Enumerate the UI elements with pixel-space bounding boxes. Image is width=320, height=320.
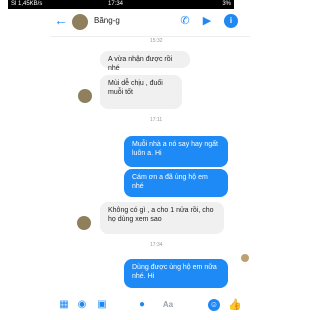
composer-bar: ▦ ◉ ▣ ● Aa ☺ 👍 bbox=[58, 296, 260, 316]
status-time: 17:34 bbox=[108, 1, 124, 7]
status-battery: 3% bbox=[222, 1, 231, 7]
avatar bbox=[77, 216, 91, 230]
status-network: Sl 1,45KB/s bbox=[11, 1, 43, 7]
info-icon[interactable]: i bbox=[224, 14, 238, 28]
phone-icon[interactable]: ✆ bbox=[178, 14, 192, 28]
avatar bbox=[78, 89, 92, 103]
message-incoming-2[interactable]: Mùi dễ chịu , đuổi muỗi tốt bbox=[100, 75, 182, 109]
chat-header: ← Bãng-g ✆ ▶ i bbox=[50, 10, 250, 37]
timestamp-2: 17:11 bbox=[150, 117, 163, 123]
image-icon[interactable]: ▣ bbox=[96, 299, 108, 311]
menu-icon[interactable]: ▦ bbox=[58, 299, 70, 311]
back-arrow-icon[interactable]: ← bbox=[54, 12, 68, 28]
avatar[interactable] bbox=[72, 14, 88, 30]
aa-label: Aa bbox=[162, 300, 174, 309]
message-incoming-1[interactable]: A vừa nhận được rồi nhé bbox=[100, 51, 190, 72]
status-bar: Sl 1,45KB/s 17:34 3% bbox=[8, 0, 234, 9]
timestamp-1: 15:32 bbox=[150, 38, 163, 44]
camera-icon[interactable]: ◉ bbox=[76, 299, 88, 311]
message-incoming-3[interactable]: Không có gì , a cho 1 nửa rồi, cho họ dù… bbox=[100, 202, 224, 234]
seen-avatar bbox=[241, 254, 249, 262]
contact-name[interactable]: Bãng-g bbox=[94, 16, 120, 25]
message-outgoing-2[interactable]: Cám ơn a đã ủng hộ em nhé bbox=[124, 169, 228, 197]
message-outgoing-3[interactable]: Dùng được ủng hộ em nữa nhé. Hi bbox=[124, 259, 228, 288]
timestamp-3: 17:34 bbox=[150, 242, 163, 248]
mic-icon[interactable]: ● bbox=[136, 299, 148, 311]
video-icon[interactable]: ▶ bbox=[200, 14, 214, 28]
thumbs-up-icon[interactable]: 👍 bbox=[228, 299, 242, 311]
emoji-icon[interactable]: ☺ bbox=[208, 299, 220, 311]
message-outgoing-1[interactable]: Muỗi nhà a nó say hay ngất luôn a. Hi bbox=[124, 136, 228, 167]
